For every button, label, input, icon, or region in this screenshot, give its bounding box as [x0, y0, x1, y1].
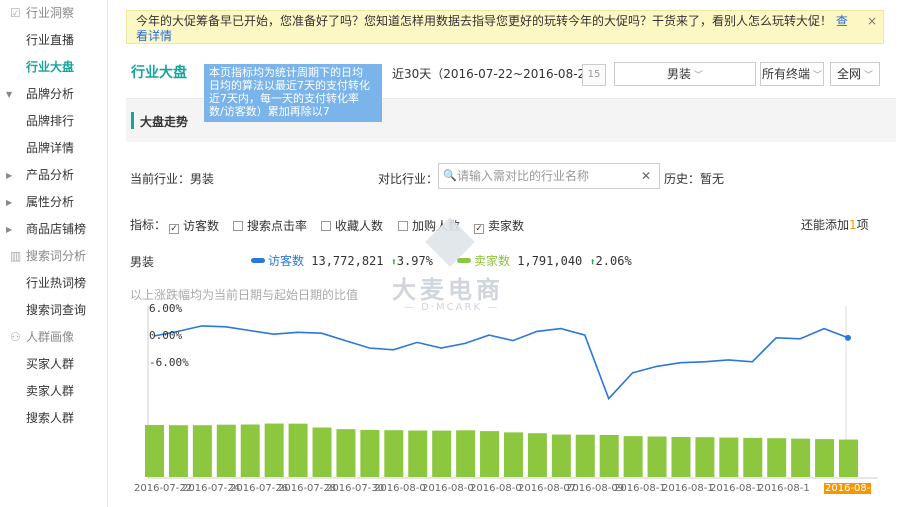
people-icon: ⚇	[10, 330, 21, 344]
bar-sellers	[503, 432, 523, 477]
x-tick-label: 2016-08-1	[758, 483, 810, 494]
x-tick-label: 2016-08-1	[614, 483, 666, 494]
bar-sellers	[360, 429, 380, 477]
caret-right-icon: ▶	[6, 225, 13, 234]
bar-sellers	[408, 430, 428, 477]
sidebar: ☑ 行业洞察 行业直播 行业大盘 ▼ 品牌分析 品牌排行 品牌详情 ▶ 产品分析 ▶ 属…	[0, 0, 108, 507]
bar-sellers	[384, 430, 404, 477]
x-tick-label: 2016-08-1	[662, 483, 714, 494]
point-visitors-last	[845, 334, 851, 341]
bar-sellers	[551, 434, 571, 477]
sidebar-item-industry-live[interactable]: 行业直播	[0, 27, 107, 54]
checkbox-icon: ☑	[10, 6, 21, 20]
sidebar-item-attribute-analysis[interactable]: ▶ 属性分析	[0, 189, 107, 216]
bar-sellers	[168, 425, 188, 477]
sidebar-item-brand-detail[interactable]: 品牌详情	[0, 135, 107, 162]
sidebar-group-industry[interactable]: ☑ 行业洞察	[0, 0, 107, 27]
bar-sellers	[695, 437, 715, 477]
bar-sellers	[527, 433, 547, 477]
bar-sellers	[312, 427, 332, 477]
y-tick-label: 0.00%	[149, 329, 183, 342]
line-visitors	[153, 325, 849, 401]
bar-sellers	[288, 423, 308, 477]
bar-sellers	[623, 436, 643, 477]
bar-sellers	[791, 438, 811, 477]
sidebar-item-product-analysis[interactable]: ▶ 产品分析	[0, 162, 107, 189]
sidebar-item-buyers[interactable]: 买家人群	[0, 351, 107, 378]
sidebar-item-hot-words[interactable]: 行业热词榜	[0, 270, 107, 297]
x-tick-label: 2016-08-0	[470, 483, 522, 494]
bar-sellers	[456, 430, 476, 477]
sidebar-item-product-shop-rank[interactable]: ▶ 商品店铺榜	[0, 216, 107, 243]
caret-down-icon: ▼	[6, 90, 13, 99]
bar-chart-icon: ▥	[10, 249, 22, 263]
bar-sellers	[767, 438, 787, 477]
bar-sellers	[743, 437, 763, 477]
y-tick-label: 6.00%	[149, 302, 183, 315]
bar-sellers	[599, 434, 619, 477]
sidebar-item-brand-rank[interactable]: 品牌排行	[0, 108, 107, 135]
caret-right-icon: ▶	[6, 198, 13, 207]
bar-sellers	[671, 436, 691, 477]
sidebar-group-search-terms[interactable]: ▥ 搜索词分析	[0, 243, 107, 270]
y-tick-label: -6.00%	[149, 356, 189, 369]
bar-sellers	[264, 423, 284, 477]
sidebar-group-personas[interactable]: ⚇ 人群画像	[0, 324, 107, 351]
main-content: 今年的大促筹备早已开始，您准备好了吗？您知道怎样用数据去指导您更好的玩转今年的大…	[108, 0, 918, 507]
x-tick-label: 2016-08-0	[374, 483, 426, 494]
x-tick-label: 2016-08-1	[710, 483, 762, 494]
bar-sellers	[336, 429, 356, 477]
bar-sellers	[647, 436, 667, 477]
bar-sellers	[145, 425, 164, 477]
bar-sellers	[719, 437, 739, 477]
sidebar-item-brand-analysis[interactable]: ▼ 品牌分析	[0, 81, 107, 108]
caret-right-icon: ▶	[6, 171, 13, 180]
bar-sellers	[216, 424, 236, 477]
bar-sellers	[815, 439, 835, 477]
bar-sellers	[240, 424, 260, 477]
sidebar-item-sellers[interactable]: 卖家人群	[0, 378, 107, 405]
bar-sellers	[192, 425, 212, 477]
sidebar-item-search-query[interactable]: 搜索词查询	[0, 297, 107, 324]
sidebar-item-searchers[interactable]: 搜索人群	[0, 405, 107, 432]
bar-sellers	[432, 430, 452, 477]
bar-sellers	[839, 439, 858, 477]
sidebar-item-industry-market[interactable]: 行业大盘	[0, 54, 107, 81]
bar-sellers	[575, 434, 595, 477]
x-tick-label: 2016-08-	[824, 483, 872, 494]
bar-sellers	[480, 431, 500, 477]
x-tick-label: 2016-08-0	[422, 483, 474, 494]
info-tooltip: 本页指标均为统计周期下的日均 日均的算法以最近7天的支付转化 近7天内，每一天的…	[204, 64, 382, 122]
